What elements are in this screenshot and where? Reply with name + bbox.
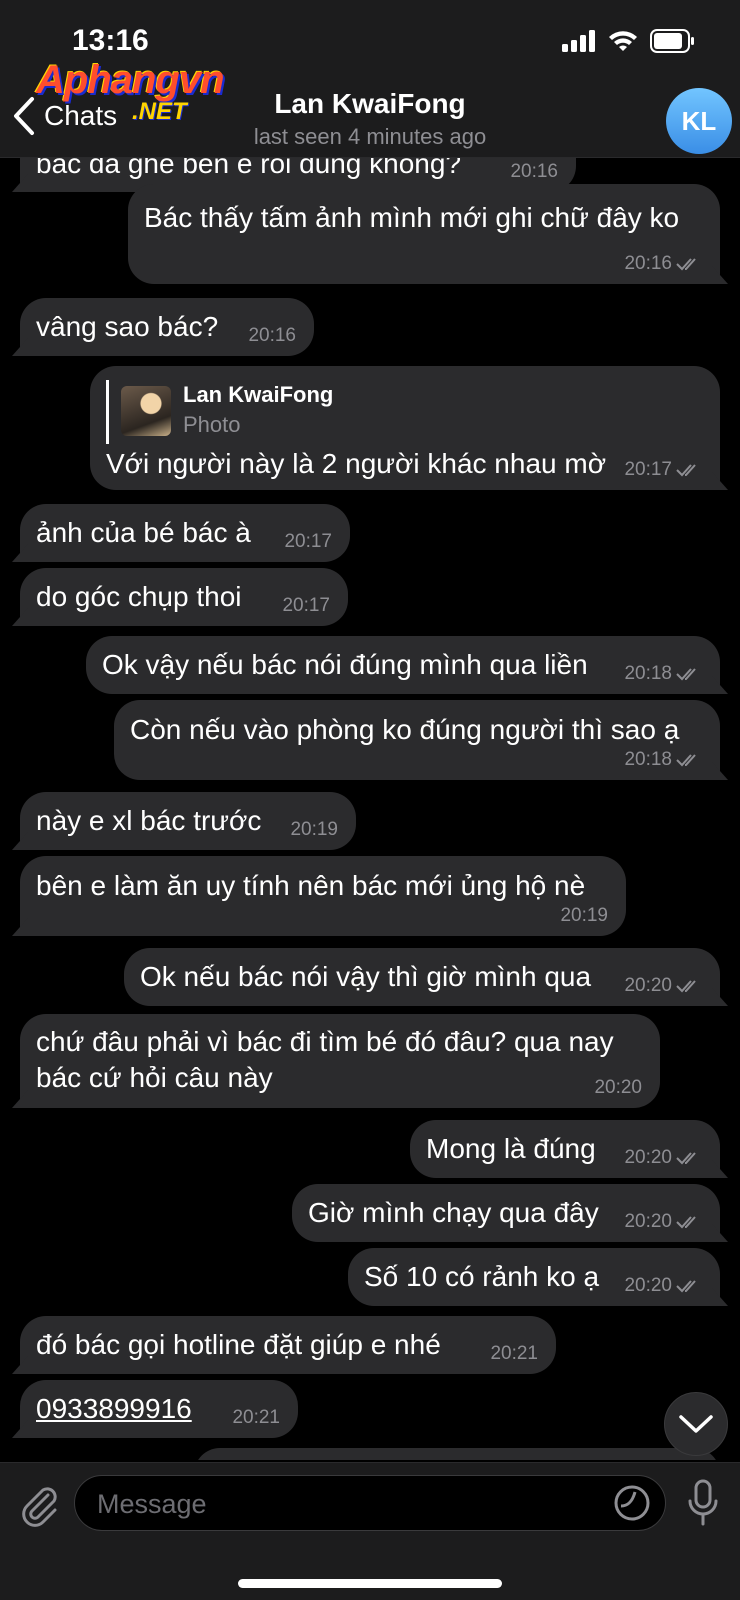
message-bubble-incoming[interactable]: vâng sao bác? 20:16 <box>20 298 314 356</box>
contact-avatar[interactable]: KL <box>666 88 732 154</box>
message-bubble-incoming[interactable]: này e xl bác trước 20:19 <box>20 792 356 850</box>
message-composer <box>0 1462 740 1600</box>
home-indicator <box>238 1579 502 1588</box>
double-check-icon <box>676 1152 696 1165</box>
message-meta: 20:20 <box>594 1078 642 1098</box>
message-time: 20:20 <box>624 1275 672 1296</box>
message-bubble-outgoing[interactable]: Còn nếu vào phòng ko đúng người thì sao … <box>114 700 720 780</box>
message-time: 20:18 <box>624 663 672 684</box>
scroll-to-bottom-button[interactable] <box>664 1392 728 1456</box>
message-time: 20:16 <box>510 161 558 182</box>
message-text: ảnh của bé bác à <box>36 517 251 548</box>
message-time: 20:19 <box>290 819 338 840</box>
message-meta: 20:19 <box>290 820 338 840</box>
last-seen-status: last seen 4 minutes ago <box>253 124 487 149</box>
message-bubble-outgoing[interactable]: Ok vậy nếu bác nói đúng mình qua liền 20… <box>86 636 720 694</box>
double-check-icon <box>676 464 696 477</box>
message-bubble-outgoing[interactable]: Giờ mình chạy qua đây 20:20 <box>292 1184 720 1242</box>
message-time: 20:20 <box>624 1147 672 1168</box>
message-bubble-outgoing[interactable]: Ok nếu bác nói vậy thì giờ mình qua 20:2… <box>124 948 720 1006</box>
message-bubble-incoming[interactable]: đó bác gọi hotline đặt giúp e nhé 20:21 <box>20 1316 556 1374</box>
message-text: Ok nếu bác nói vậy thì giờ mình qua <box>140 961 592 992</box>
paperclip-icon[interactable] <box>18 1483 60 1527</box>
double-check-icon <box>676 1216 696 1229</box>
message-meta: 20:17 <box>624 460 702 480</box>
message-text: do góc chụp thoi <box>36 581 242 612</box>
reply-type: Photo <box>183 412 241 437</box>
double-check-icon <box>676 980 696 993</box>
message-text: Ok vậy nếu bác nói đúng mình qua liền <box>102 649 588 680</box>
message-time: 20:17 <box>284 531 332 552</box>
message-list[interactable]: bác đã ghé bên e rồi đúng không? 20:16 B… <box>0 0 740 1460</box>
message-time: 20:21 <box>232 1407 280 1428</box>
message-text: vâng sao bác? <box>36 311 219 342</box>
message-time: 20:20 <box>624 1211 672 1232</box>
message-meta: 20:18 <box>624 664 702 684</box>
message-meta: 20:20 <box>624 1148 702 1168</box>
message-time: 20:20 <box>594 1077 642 1098</box>
microphone-icon[interactable] <box>686 1479 720 1527</box>
message-bubble-outgoing-partial[interactable] <box>194 1448 720 1460</box>
reply-photo-thumbnail <box>121 386 171 436</box>
message-time: 20:16 <box>624 253 672 274</box>
reply-preview[interactable]: Lan KwaiFong Photo <box>106 380 333 444</box>
message-text: này e xl bác trước <box>36 805 262 836</box>
battery-icon <box>650 29 694 53</box>
message-bubble-incoming[interactable]: chứ đâu phải vì bác đi tìm bé đó đâu? qu… <box>20 1014 660 1108</box>
message-time: 20:20 <box>624 975 672 996</box>
message-meta: 20:19 <box>560 906 608 926</box>
message-meta: 20:20 <box>624 1212 702 1232</box>
message-text: Giờ mình chạy qua đây <box>308 1197 599 1228</box>
message-bubble-incoming[interactable]: do góc chụp thoi 20:17 <box>20 568 348 626</box>
message-bubble-incoming[interactable]: bên e làm ăn uy tính nên bác mới ủng hộ … <box>20 856 626 936</box>
message-text: Với người này là 2 người khác nhau mờ <box>106 448 607 479</box>
wifi-icon <box>609 31 637 51</box>
message-text: Số 10 có rảnh ko ạ <box>364 1261 600 1292</box>
message-meta: 20:17 <box>284 532 332 552</box>
message-meta: 20:16 <box>248 326 296 346</box>
message-bubble-outgoing[interactable]: Mong là đúng 20:20 <box>410 1120 720 1178</box>
phone-number-link[interactable]: 0933899916 <box>36 1391 192 1427</box>
message-text: Còn nếu vào phòng ko đúng người thì sao … <box>130 714 680 745</box>
message-text: chứ đâu phải vì bác đi tìm bé đó đâu? qu… <box>36 1026 614 1057</box>
message-bubble-incoming[interactable]: 0933899916 20:21 <box>20 1380 298 1438</box>
message-text-line2: bác cứ hỏi câu này <box>36 1062 273 1093</box>
message-time: 20:21 <box>490 1343 538 1364</box>
message-bubble-outgoing[interactable]: Bác thấy tấm ảnh mình mới ghi chữ đây ko… <box>128 184 720 284</box>
message-bubble-incoming[interactable]: ảnh của bé bác à 20:17 <box>20 504 350 562</box>
message-meta: 20:16 <box>624 254 702 274</box>
message-text: Bác thấy tấm ảnh mình mới ghi chữ đây ko <box>144 202 680 233</box>
message-text: Mong là đúng <box>426 1133 596 1164</box>
message-meta: 20:21 <box>232 1408 280 1428</box>
chevron-down-icon <box>679 1415 713 1433</box>
message-bubble-outgoing[interactable]: Số 10 có rảnh ko ạ 20:20 <box>348 1248 720 1306</box>
message-time: 20:17 <box>624 459 672 480</box>
message-meta: 20:18 <box>624 750 702 770</box>
double-check-icon <box>676 1280 696 1293</box>
status-time: 13:16 <box>72 24 149 57</box>
message-time: 20:16 <box>248 325 296 346</box>
chat-header: 13:16 Chats Aphangvn .NET Lan KwaiFong l… <box>0 0 740 158</box>
message-input[interactable] <box>97 1484 577 1524</box>
message-meta: 20:20 <box>624 1276 702 1296</box>
reply-author: Lan KwaiFong <box>183 382 334 407</box>
message-meta: 20:21 <box>490 1344 538 1364</box>
double-check-icon <box>676 754 696 767</box>
message-text: bên e làm ăn uy tính nên bác mới ủng hộ … <box>36 870 586 901</box>
chat-title[interactable]: Lan KwaiFong <box>0 88 740 120</box>
message-meta: 20:17 <box>282 596 330 616</box>
message-meta: 20:20 <box>624 976 702 996</box>
double-check-icon <box>676 258 696 271</box>
message-input-field[interactable] <box>74 1475 666 1531</box>
double-check-icon <box>676 668 696 681</box>
message-time: 20:19 <box>560 905 608 926</box>
signal-icon <box>562 30 595 52</box>
message-meta: 20:16 <box>510 162 558 182</box>
status-icons <box>562 28 696 54</box>
message-bubble-outgoing-reply[interactable]: Lan KwaiFong Photo Với người này là 2 ng… <box>90 366 720 490</box>
sticker-icon[interactable] <box>613 1484 651 1522</box>
message-text: đó bác gọi hotline đặt giúp e nhé <box>36 1329 441 1360</box>
message-time: 20:18 <box>624 749 672 770</box>
message-time: 20:17 <box>282 595 330 616</box>
